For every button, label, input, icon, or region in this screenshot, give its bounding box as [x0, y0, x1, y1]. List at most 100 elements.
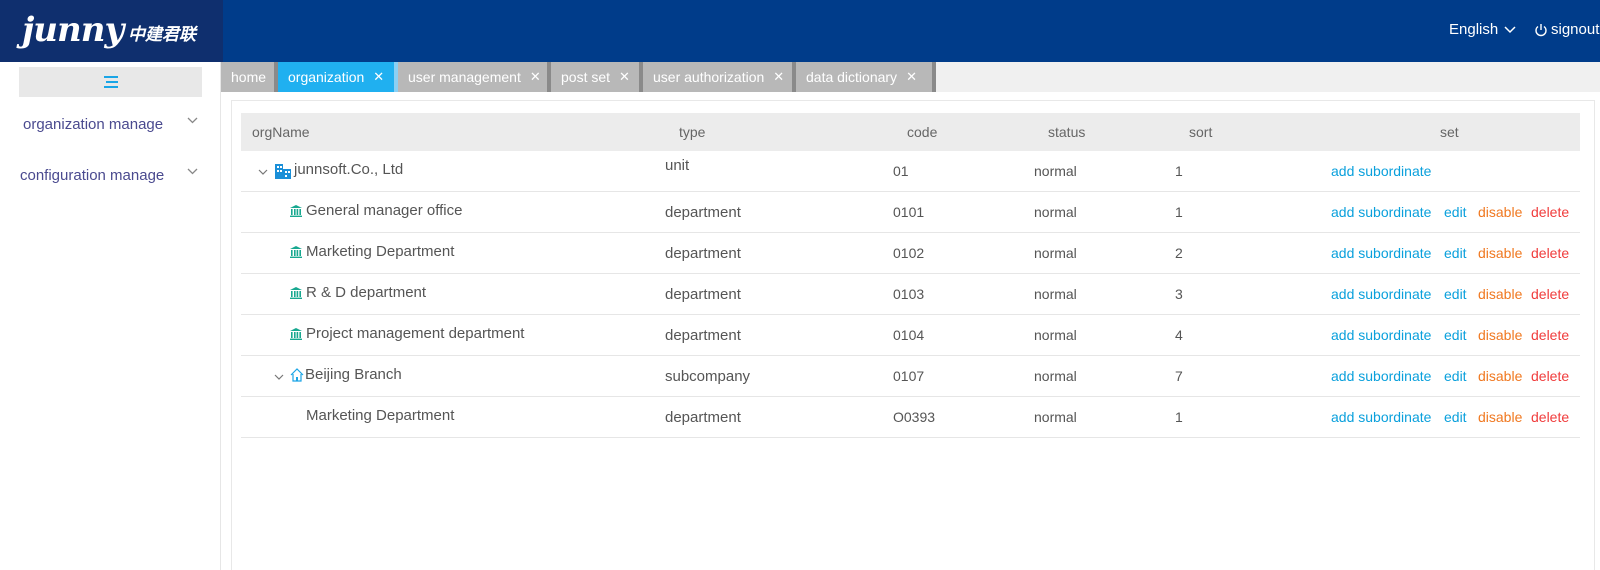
edit-link[interactable]: edit: [1444, 409, 1467, 425]
org-sort: 2: [1175, 245, 1183, 261]
disable-link[interactable]: disable: [1478, 327, 1522, 343]
tab-user-authorization[interactable]: user authorization ✕: [643, 62, 796, 92]
disable-link[interactable]: disable: [1478, 204, 1522, 220]
bank-icon: [290, 286, 302, 299]
disable-link[interactable]: disable: [1478, 245, 1522, 261]
column-header: set: [1440, 124, 1459, 140]
edit-link[interactable]: edit: [1444, 245, 1467, 261]
org-sort: 3: [1175, 286, 1183, 302]
add-subordinate-link[interactable]: add subordinate: [1331, 368, 1431, 384]
org-name: Beijing Branch: [305, 366, 402, 383]
tab-post-set[interactable]: post set ✕: [551, 62, 643, 92]
org-type: department: [665, 286, 741, 303]
add-subordinate-link[interactable]: add subordinate: [1331, 245, 1431, 261]
tab-label: post set: [561, 69, 611, 85]
column-header: code: [907, 124, 938, 140]
edit-link[interactable]: edit: [1444, 286, 1467, 302]
edit-link[interactable]: edit: [1444, 368, 1467, 384]
close-icon[interactable]: ✕: [906, 69, 917, 85]
table-row: Marketing Department department 0102 nor…: [241, 233, 1580, 274]
disable-link[interactable]: disable: [1478, 368, 1522, 384]
menu-icon: [103, 76, 118, 88]
tab-bar: home organization ✕ user management ✕ po…: [221, 62, 1600, 92]
org-code: 0102: [893, 245, 925, 261]
org-name-cell: General manager office: [290, 202, 462, 219]
org-name: General manager office: [306, 202, 463, 219]
org-sort: 1: [1175, 204, 1183, 220]
power-icon: [1535, 23, 1547, 36]
signout-button[interactable]: signout: [1534, 21, 1599, 38]
bank-icon: [290, 245, 302, 258]
org-code: 0101: [893, 204, 925, 220]
column-header: status: [1048, 124, 1086, 140]
add-subordinate-link[interactable]: add subordinate: [1331, 163, 1431, 179]
org-status: normal: [1034, 286, 1077, 302]
delete-link[interactable]: delete: [1531, 409, 1569, 425]
org-name-cell: junnsoft.Co., Ltd: [274, 159, 403, 179]
org-type: department: [665, 327, 741, 344]
sidebar-item-configuration-manage[interactable]: configuration manage: [0, 155, 221, 195]
delete-link[interactable]: delete: [1531, 368, 1569, 384]
org-code: 01: [893, 163, 909, 179]
tab-data-dictionary[interactable]: data dictionary ✕: [796, 62, 936, 92]
edit-link[interactable]: edit: [1444, 327, 1467, 343]
org-status: normal: [1034, 368, 1077, 384]
org-name-cell: R & D department: [290, 284, 426, 301]
column-header: sort: [1189, 124, 1213, 140]
sidebar-item-organization-manage[interactable]: organization manage: [0, 104, 221, 144]
delete-link[interactable]: delete: [1531, 245, 1569, 261]
edit-link[interactable]: edit: [1444, 204, 1467, 220]
org-type: unit: [665, 157, 690, 174]
org-name: Project management department: [306, 325, 525, 342]
column-header: orgName: [252, 124, 310, 140]
close-icon[interactable]: ✕: [773, 69, 784, 85]
add-subordinate-link[interactable]: add subordinate: [1331, 204, 1431, 220]
delete-link[interactable]: delete: [1531, 204, 1569, 220]
signout-label: signout: [1551, 21, 1600, 38]
language-select[interactable]: English: [1449, 21, 1516, 38]
close-icon[interactable]: ✕: [373, 69, 384, 85]
org-name-cell: Marketing Department: [290, 243, 454, 260]
bank-icon: [290, 327, 302, 340]
chevron-down-icon[interactable]: [258, 169, 268, 176]
add-subordinate-link[interactable]: add subordinate: [1331, 327, 1431, 343]
add-subordinate-link[interactable]: add subordinate: [1331, 286, 1431, 302]
close-icon[interactable]: ✕: [619, 69, 630, 85]
chevron-down-icon[interactable]: [274, 374, 284, 381]
org-status: normal: [1034, 163, 1077, 179]
column-header: type: [679, 124, 706, 140]
close-icon[interactable]: ✕: [530, 69, 541, 85]
add-subordinate-link[interactable]: add subordinate: [1331, 409, 1431, 425]
table-row: Project management department department…: [241, 315, 1580, 356]
sidebar: organization manage configuration manage: [0, 62, 221, 570]
org-name: Marketing Department: [306, 243, 455, 260]
delete-link[interactable]: delete: [1531, 327, 1569, 343]
org-name-cell: Project management department: [290, 325, 524, 342]
chevron-down-icon: [1504, 25, 1516, 33]
table-row: Marketing Department department O0393 no…: [241, 397, 1580, 438]
sidebar-item-label: organization manage: [23, 115, 164, 133]
disable-link[interactable]: disable: [1478, 286, 1522, 302]
org-name: Marketing Department: [306, 407, 455, 424]
tab-label: user management: [408, 69, 521, 85]
tab-organization[interactable]: organization ✕: [278, 62, 398, 92]
org-type: subcompany: [665, 368, 751, 385]
org-status: normal: [1034, 327, 1077, 343]
tab-user-management[interactable]: user management ✕: [398, 62, 551, 92]
table-row: Beijing Branch subcompany 0107 normal 7 …: [241, 356, 1580, 397]
language-label: English: [1449, 21, 1499, 38]
org-code: 0104: [893, 327, 925, 343]
org-sort: 1: [1175, 409, 1183, 425]
delete-link[interactable]: delete: [1531, 286, 1569, 302]
org-status: normal: [1034, 204, 1077, 220]
sidebar-toggle-button[interactable]: [19, 67, 202, 97]
chevron-down-icon: [187, 168, 198, 175]
tab-label: data dictionary: [806, 69, 898, 85]
home-icon: [290, 367, 304, 382]
tab-label: organization: [288, 69, 365, 85]
logo-text: junny: [22, 10, 124, 50]
tab-home[interactable]: home: [221, 62, 278, 92]
disable-link[interactable]: disable: [1478, 409, 1522, 425]
org-code: 0107: [893, 368, 925, 384]
table-row: junnsoft.Co., Ltd unit 01 normal 1 add s…: [241, 151, 1580, 192]
